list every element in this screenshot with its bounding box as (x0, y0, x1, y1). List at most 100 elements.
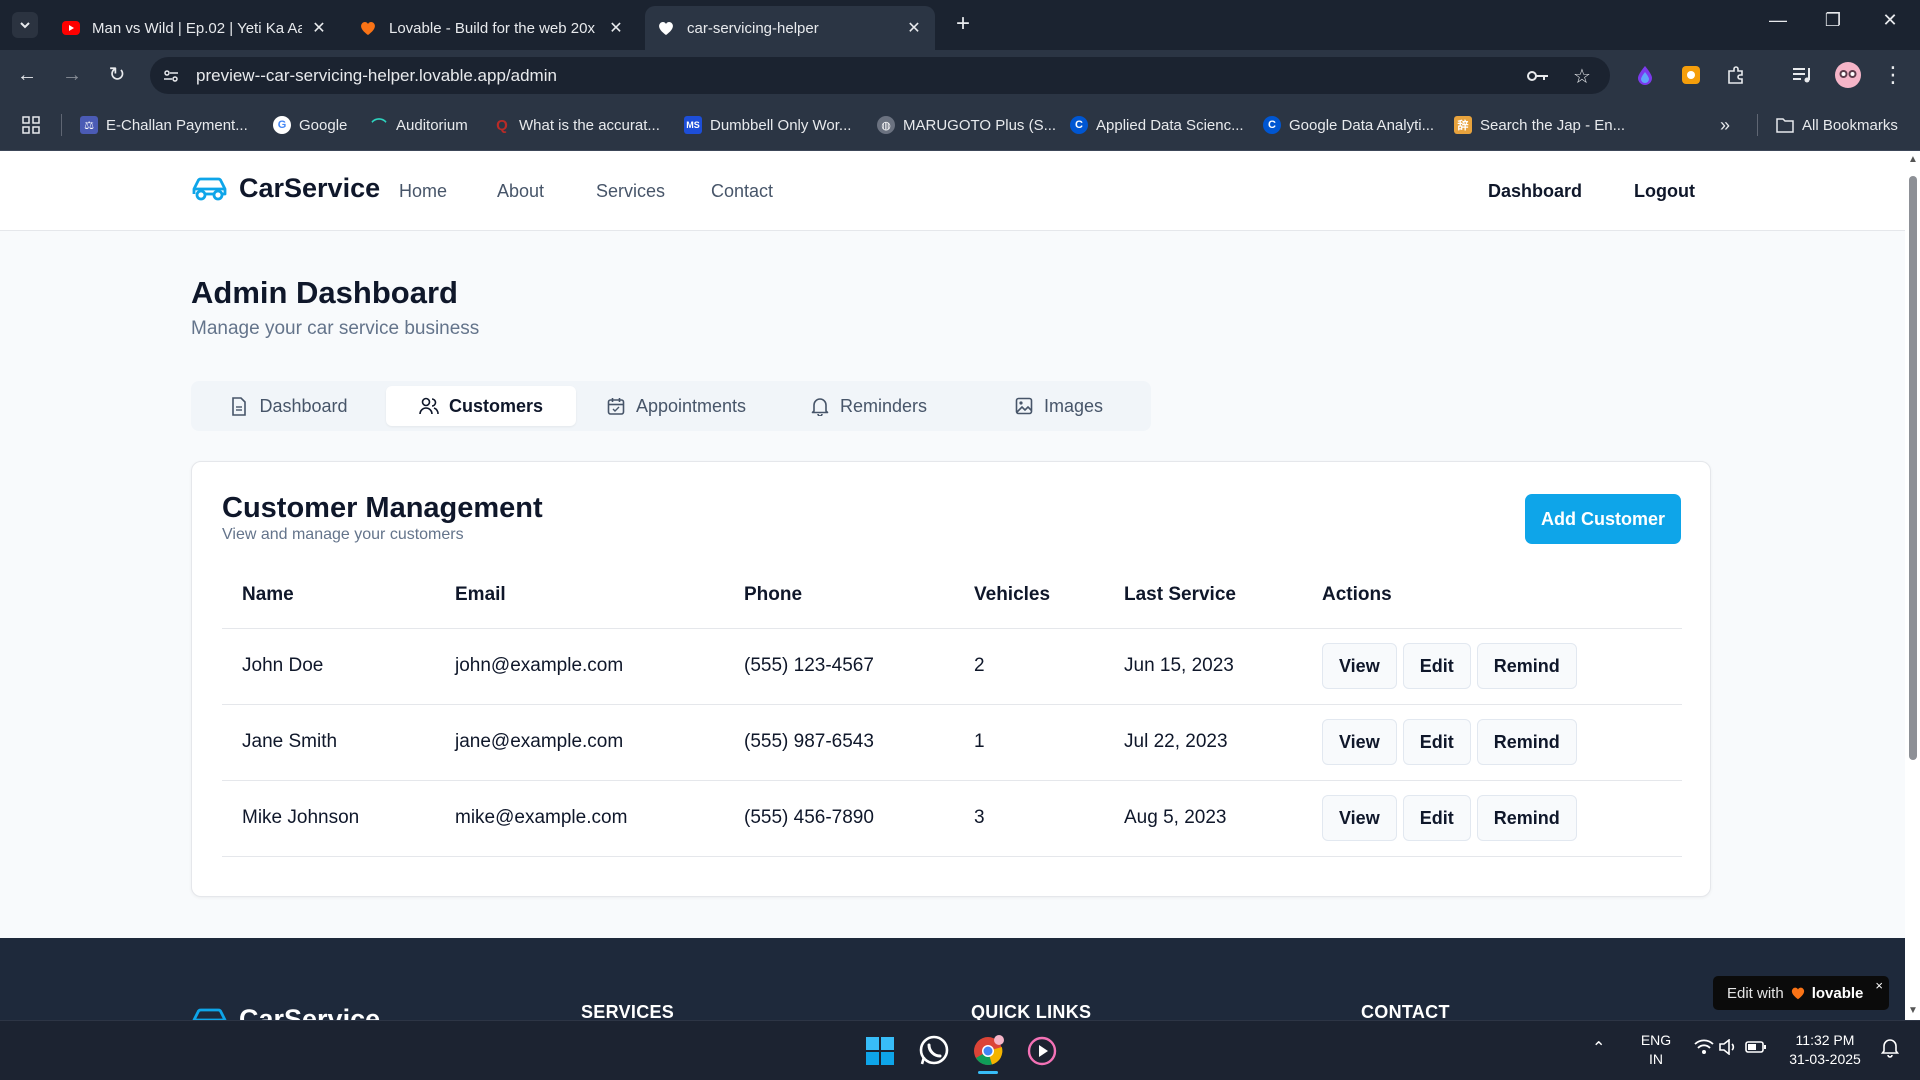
close-tab-icon[interactable]: ✕ (905, 18, 923, 38)
customer-email: john@example.com (435, 628, 724, 705)
close-badge-icon[interactable]: × (1875, 978, 1883, 993)
browser-menu-icon[interactable]: ⋮ (1880, 62, 1906, 88)
customer-phone: (555) 123-4567 (724, 628, 954, 705)
browser-tab-car-servicing[interactable]: car-servicing-helper ✕ (645, 6, 935, 50)
scrollbar-thumb[interactable] (1909, 176, 1917, 760)
profile-avatar-icon[interactable] (1834, 61, 1862, 89)
address-bar[interactable]: preview--car-servicing-helper.lovable.ap… (150, 57, 1610, 94)
forward-icon[interactable]: → (59, 62, 85, 88)
extension-orange-icon[interactable] (1679, 63, 1703, 87)
site-info-icon[interactable] (160, 65, 182, 87)
extensions-puzzle-icon[interactable] (1724, 63, 1748, 87)
column-header[interactable]: Vehicles (954, 562, 1104, 629)
column-header: Actions (1302, 562, 1682, 629)
tab-strip: Man vs Wild | Ep.02 | Yeti Ka Aat ✕ Lova… (0, 0, 1920, 50)
whatsapp-icon[interactable] (916, 1033, 952, 1069)
bookmark-jisho[interactable]: 辞 Search the Jap - En... (1454, 114, 1625, 136)
view-button[interactable]: View (1322, 795, 1397, 841)
browser-tab-youtube[interactable]: Man vs Wild | Ep.02 | Yeti Ka Aat ✕ (50, 6, 340, 50)
customer-email: mike@example.com (435, 780, 724, 857)
bookmarks-overflow-button[interactable]: » (1720, 114, 1730, 136)
all-bookmarks-button[interactable]: All Bookmarks (1776, 114, 1898, 136)
new-tab-button[interactable]: + (950, 12, 976, 38)
nav-dashboard[interactable]: Dashboard (1488, 181, 1582, 202)
column-header[interactable]: Email (435, 562, 724, 629)
tab-reminders[interactable]: Reminders (776, 386, 961, 426)
region-code: IN (1649, 1051, 1663, 1067)
bookmark-echallan[interactable]: ⚖ E-Challan Payment... (80, 114, 248, 136)
windows-start-icon[interactable] (862, 1033, 898, 1069)
view-button[interactable]: View (1322, 719, 1397, 765)
extension-drop-icon[interactable] (1633, 63, 1657, 87)
footer-brand[interactable]: CarService (191, 1004, 380, 1020)
show-hidden-icons-icon[interactable]: ⌃ (1592, 1039, 1605, 1058)
bookmark-label: Search the Jap - En... (1480, 116, 1626, 134)
password-key-icon[interactable] (1527, 65, 1549, 87)
media-control-icon[interactable] (1790, 63, 1814, 87)
nav-home[interactable]: Home (399, 181, 447, 202)
nav-services[interactable]: Services (596, 181, 665, 202)
calendar-icon (606, 396, 626, 416)
bookmark-applied-data-science[interactable]: C Applied Data Scienc... (1070, 114, 1244, 136)
edit-button[interactable]: Edit (1402, 643, 1471, 689)
nav-contact[interactable]: Contact (711, 181, 773, 202)
row-actions: View Edit Remind (1302, 780, 1682, 857)
notifications-icon[interactable] (1880, 1038, 1900, 1063)
column-header[interactable]: Name (222, 562, 435, 629)
close-tab-icon[interactable]: ✕ (310, 18, 328, 38)
media-player-icon[interactable] (1024, 1033, 1060, 1069)
users-icon (419, 396, 439, 416)
view-button[interactable]: View (1322, 643, 1397, 689)
bookmark-quora[interactable]: Q What is the accurat... (493, 114, 660, 136)
remind-button[interactable]: Remind (1476, 643, 1577, 689)
column-header[interactable]: Last Service (1104, 562, 1302, 629)
coursera-icon: C (1263, 116, 1281, 134)
restore-icon[interactable]: ❐ (1818, 10, 1848, 31)
battery-icon[interactable] (1745, 1039, 1767, 1060)
tab-images[interactable]: Images (966, 386, 1151, 426)
chevron-down-icon (20, 22, 30, 29)
browser-tab-lovable[interactable]: Lovable - Build for the web 20x ✕ (347, 6, 637, 50)
customers-table: Name Email Phone Vehicles Last Service A… (222, 562, 1682, 857)
minimize-icon[interactable]: — (1763, 10, 1793, 31)
column-header[interactable]: Phone (724, 562, 954, 629)
page-scrollbar[interactable]: ▲ ▼ (1905, 151, 1920, 1020)
site-navbar: CarService Home About Services Contact D… (0, 151, 1905, 231)
youtube-icon (62, 19, 80, 37)
reload-icon[interactable]: ↻ (104, 62, 130, 88)
edit-button[interactable]: Edit (1402, 795, 1471, 841)
clock[interactable]: 11:32 PM 31-03-2025 (1780, 1031, 1870, 1069)
edit-with-lovable-badge[interactable]: Edit with lovable × (1713, 976, 1889, 1010)
back-icon[interactable]: ← (14, 62, 40, 88)
nav-about[interactable]: About (497, 181, 544, 202)
bookmark-google[interactable]: G Google (273, 114, 347, 136)
add-customer-button[interactable]: Add Customer (1525, 494, 1681, 544)
tab-dashboard[interactable]: Dashboard (196, 386, 381, 426)
scroll-up-icon[interactable]: ▲ (1908, 155, 1918, 165)
tab-appointments[interactable]: Appointments (581, 386, 771, 426)
close-window-icon[interactable]: ✕ (1875, 10, 1905, 31)
bookmark-star-icon[interactable]: ☆ (1571, 65, 1593, 88)
logout-button[interactable]: Logout (1634, 181, 1695, 202)
apps-grid-icon[interactable] (22, 114, 40, 136)
bookmark-google-data-analytics[interactable]: C Google Data Analyti... (1263, 114, 1434, 136)
chrome-icon[interactable] (970, 1033, 1006, 1074)
tab-search-button[interactable] (12, 12, 38, 38)
document-icon (229, 396, 249, 416)
language-indicator[interactable]: ENG IN (1636, 1031, 1676, 1069)
bookmark-dumbbell[interactable]: MS Dumbbell Only Wor... (684, 114, 851, 136)
lovable-heart-icon (359, 19, 377, 37)
site-brand[interactable]: CarService (191, 173, 380, 204)
scroll-down-icon[interactable]: ▼ (1908, 1006, 1918, 1016)
bookmark-marugoto[interactable]: ◍ MARUGOTO Plus (S... (877, 114, 1056, 136)
wifi-icon[interactable] (1694, 1039, 1714, 1060)
remind-button[interactable]: Remind (1476, 719, 1577, 765)
tab-customers[interactable]: Customers (386, 386, 576, 426)
remind-button[interactable]: Remind (1476, 795, 1577, 841)
bookmark-label: Google (299, 116, 348, 134)
close-tab-icon[interactable]: ✕ (607, 18, 625, 38)
bookmark-auditorium[interactable]: ⌒ Auditorium (370, 114, 467, 136)
bookmarks-divider (61, 114, 62, 136)
edit-button[interactable]: Edit (1402, 719, 1471, 765)
volume-icon[interactable] (1718, 1038, 1738, 1060)
